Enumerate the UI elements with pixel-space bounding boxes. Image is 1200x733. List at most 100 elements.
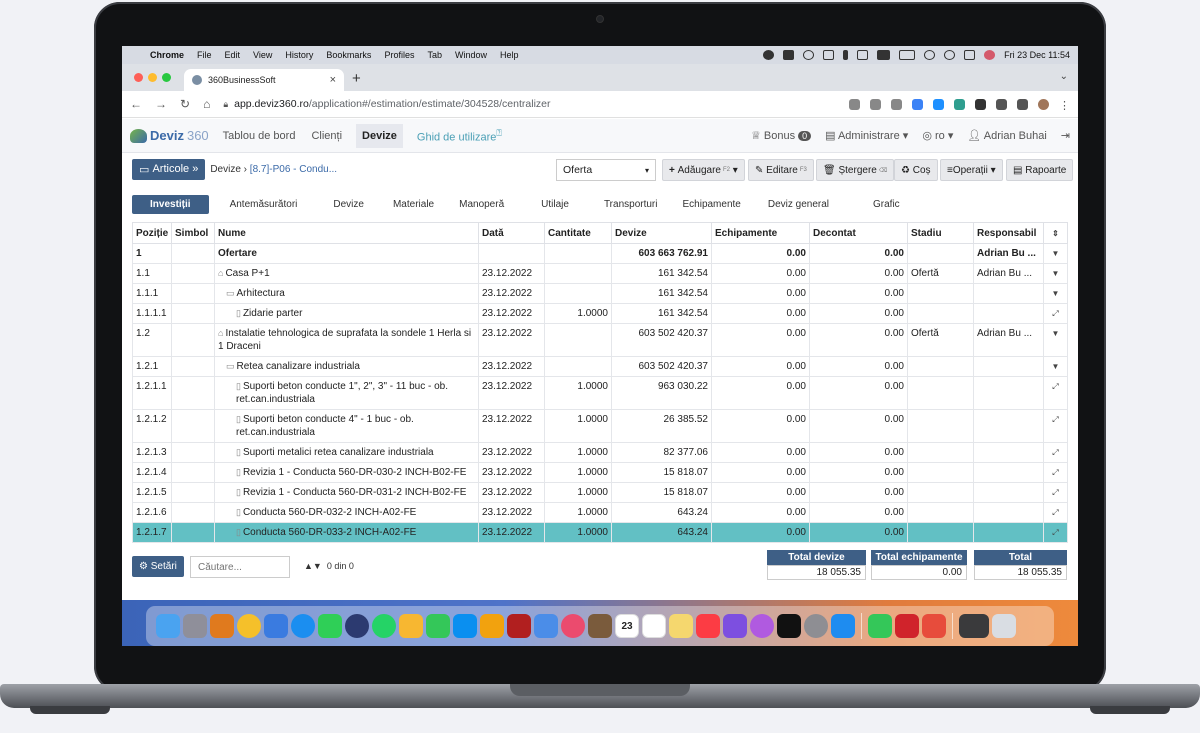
whatsapp-icon[interactable] [372, 614, 396, 638]
col-stadiu[interactable]: Stadiu [907, 222, 974, 244]
skype-icon[interactable] [453, 614, 477, 638]
expand-icon[interactable]: ⤢ [1043, 522, 1068, 543]
forward-icon[interactable]: → [155, 97, 167, 111]
sourcetree-icon[interactable] [534, 614, 558, 638]
url-field[interactable]: 🔒︎ app.deviz360.ro/application#/estimati… [223, 98, 550, 110]
testflight-icon[interactable] [264, 614, 288, 638]
tab-transporturi[interactable]: Transporturi [604, 199, 658, 210]
menubar-window[interactable]: Window [455, 50, 487, 60]
calendar-icon[interactable]: 23 [615, 614, 639, 638]
row-menu-chevron-icon[interactable]: ▼ [1043, 263, 1068, 284]
battery-icon[interactable] [899, 50, 916, 60]
contacts-icon[interactable] [588, 614, 612, 638]
lock-icon[interactable]: 🔒︎ [223, 99, 228, 110]
control-center-icon[interactable] [964, 50, 976, 60]
pencil-app-icon[interactable] [480, 614, 504, 638]
extension-icon[interactable] [912, 98, 923, 110]
keyboard-input-icon[interactable] [877, 50, 891, 60]
back-icon[interactable]: ← [130, 97, 142, 111]
key-icon[interactable] [849, 98, 860, 110]
sublime-icon[interactable] [210, 614, 234, 638]
menubar-tab[interactable]: Tab [427, 50, 442, 60]
search-input[interactable] [190, 556, 290, 578]
siri-icon[interactable] [984, 50, 996, 60]
row-menu-chevron-icon[interactable]: ▼ [1043, 283, 1068, 304]
col-data[interactable]: Dată [478, 222, 545, 244]
volume-icon[interactable] [857, 50, 869, 60]
zoom-window-icon[interactable] [162, 73, 171, 82]
reminders-icon[interactable] [642, 614, 666, 638]
expand-icon[interactable]: ⤢ [1043, 482, 1068, 503]
close-tab-icon[interactable]: × [330, 74, 336, 86]
browser-tab[interactable]: 360BusinessSoft × [184, 69, 344, 91]
nav-devize[interactable]: Devize [356, 123, 403, 148]
menubar-help[interactable]: Help [500, 50, 519, 60]
tab-manopera[interactable]: Manoperă [459, 199, 504, 210]
apple-tv-icon[interactable] [777, 614, 801, 638]
table-row[interactable]: 1.2 ⌂ Instalatie tehnologica de suprafata … [132, 323, 1068, 357]
system-preferences-icon[interactable] [804, 614, 828, 638]
chrome-icon[interactable] [237, 614, 261, 638]
col-echipamente[interactable]: Echipamente [711, 222, 810, 244]
edit-button[interactable]: ✎ Editare F3 [748, 159, 814, 181]
add-button[interactable]: + Adăugare F2 ▾ [662, 159, 745, 181]
menubar-app[interactable]: Chrome [150, 50, 184, 60]
col-pozitie[interactable]: Poziție [132, 222, 172, 244]
col-nume[interactable]: Nume [214, 222, 479, 244]
expand-icon[interactable]: ⤢ [1043, 462, 1068, 483]
table-row[interactable]: 1.1.1.1 ▯ Zidarie parter 23.12.2022 1.0000 16… [132, 303, 1068, 324]
messages-icon[interactable] [426, 614, 450, 638]
table-row[interactable]: 1.2.1.4 ▯ Revizia 1 - Conducta 560-DR-030-… [132, 462, 1068, 483]
dropbox-icon[interactable] [783, 50, 795, 60]
pager-arrows-icon[interactable]: ▲▼ [304, 561, 322, 571]
language-menu[interactable]: ◎ ro ▾ [922, 129, 953, 142]
sync-icon[interactable] [803, 50, 815, 60]
launchpad-icon[interactable] [183, 614, 207, 638]
rapoarte-button[interactable]: ▤ Rapoarte [1006, 159, 1074, 181]
admin-menu[interactable]: ▤ Administrare ▾ [825, 129, 908, 142]
pen-icon[interactable] [975, 98, 986, 110]
cart-button[interactable]: ♻ Coș [894, 159, 938, 181]
col-responsabil[interactable]: Responsabil [973, 222, 1044, 244]
expand-icon[interactable]: ⤢ [1043, 376, 1068, 410]
table-row[interactable]: 1 Ofertare 603 663 762.91 0.00 0.00 Adrian Bu… [132, 243, 1068, 264]
finder-icon[interactable] [156, 614, 180, 638]
settings-button[interactable]: ⚙ Setări [132, 556, 184, 577]
facetime-icon[interactable] [318, 614, 342, 638]
sidebar-icon[interactable] [1017, 98, 1028, 110]
logout-icon[interactable]: ⇥ [1061, 129, 1070, 142]
breadcrumb-item[interactable]: [8.7]-P06 - Condu... [250, 164, 337, 175]
tab-deviz-general[interactable]: Deviz general [768, 199, 829, 210]
app-logo[interactable]: Deviz 360 [130, 128, 209, 143]
menubar-edit[interactable]: Edit [225, 50, 241, 60]
clock-icon[interactable] [345, 614, 369, 638]
bluetooth-icon[interactable] [843, 50, 849, 60]
menubar-clock[interactable]: Fri 23 Dec 11:54 [1004, 50, 1070, 60]
status-icon[interactable] [763, 50, 775, 60]
tab-utilaje[interactable]: Utilaje [541, 199, 569, 210]
menubar-profiles[interactable]: Profiles [384, 50, 414, 60]
table-row[interactable]: 1.2.1.7 ▯ Conducta 560-DR-033-2 INCH-A02-F… [132, 522, 1068, 543]
reload-icon[interactable]: ↻ [180, 97, 190, 111]
expand-icon[interactable]: ⤢ [1043, 303, 1068, 324]
col-cantitate[interactable]: Cantitate [544, 222, 612, 244]
minimize-window-icon[interactable] [148, 73, 157, 82]
tab-echipamente[interactable]: Echipamente [682, 199, 740, 210]
col-decontat[interactable]: Decontat [809, 222, 908, 244]
user-menu[interactable]: 👤︎ Adrian Buhai [967, 129, 1046, 142]
table-row[interactable]: 1.1 ⌂ Casa P+1 23.12.2022 161 342.54 0.00 0.00… [132, 263, 1068, 284]
expand-icon[interactable]: ⤢ [1043, 409, 1068, 443]
spotlight-icon[interactable] [944, 50, 956, 60]
table-row[interactable]: 1.2.1.6 ▯ Conducta 560-DR-032-2 INCH-A02-F… [132, 502, 1068, 523]
trash-icon[interactable] [992, 614, 1016, 638]
nav-clienti[interactable]: Clienți [309, 124, 344, 148]
filezilla-icon[interactable] [507, 614, 531, 638]
table-row[interactable]: 1.2.1.3 ▯ Suporti metalici retea canalizar… [132, 442, 1068, 463]
menubar-history[interactable]: History [285, 50, 313, 60]
table-row[interactable]: 1.2.1.1 ▯ Suporti beton conducte 1", 2", 3… [132, 376, 1068, 410]
operatii-button[interactable]: ≡ Operații ▾ [940, 159, 1003, 181]
music-icon[interactable] [696, 614, 720, 638]
bonus-button[interactable]: ♕ Bonus 0 [751, 129, 812, 142]
tab-investitii[interactable]: Investiții [132, 195, 209, 214]
user-icon[interactable] [823, 50, 835, 60]
